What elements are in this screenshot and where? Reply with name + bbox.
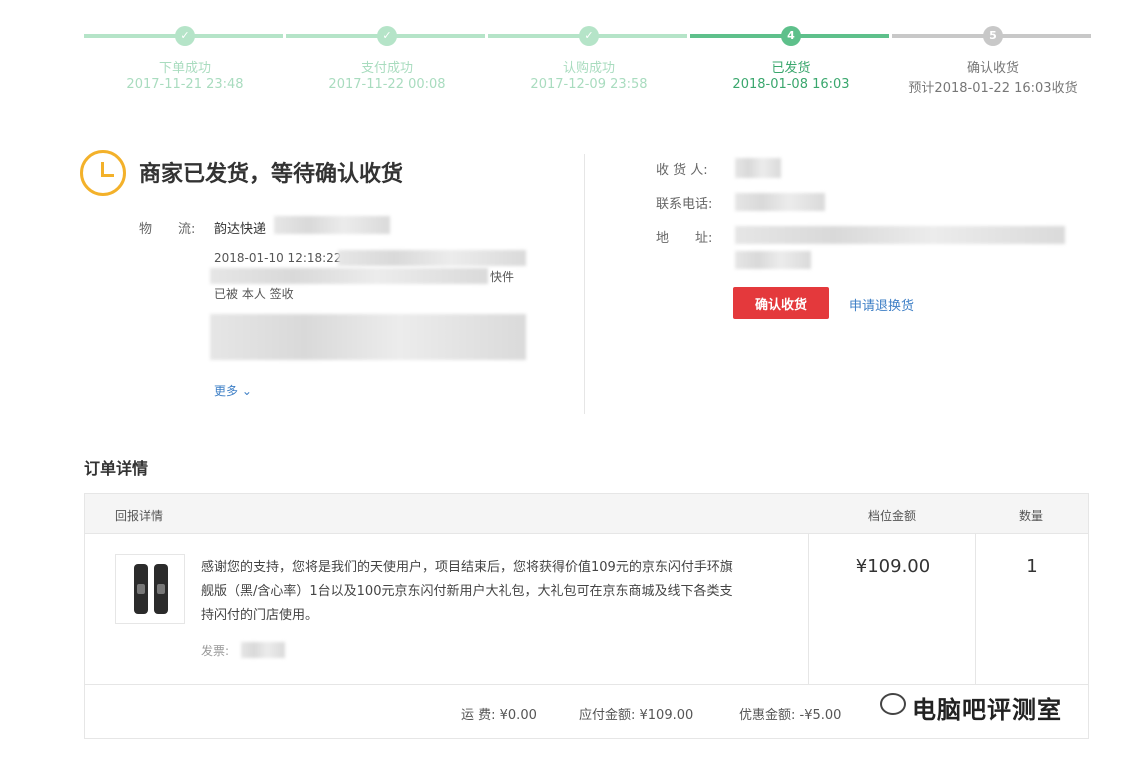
chevron-down-icon: ⌄: [241, 384, 252, 398]
redacted-address: [735, 226, 1065, 244]
address-label: 地 址:: [656, 231, 713, 246]
check-icon: ✓: [377, 26, 397, 46]
band-screen: [157, 584, 165, 594]
wechat-icon: [880, 693, 906, 715]
step-time: 2017-11-21 23:48: [126, 77, 244, 92]
step-shipped: 4 已发货 2018-01-08 16:03: [690, 24, 892, 104]
redacted-receiver-name: [735, 158, 781, 178]
step-time: 2017-12-09 23:58: [530, 77, 648, 92]
redacted-phone: [735, 193, 825, 211]
header-price: 档位金额: [868, 509, 917, 523]
check-icon: ✓: [579, 26, 599, 46]
step-label: 认购成功: [562, 61, 615, 76]
order-progress: ✓ 下单成功 2017-11-21 23:48 ✓ 支付成功 2017-11-2…: [84, 24, 1094, 104]
step-time: 2017-11-22 00:08: [328, 77, 446, 92]
band-graphic: [154, 564, 168, 614]
payable-amount: 应付金额: ¥109.00: [579, 708, 694, 723]
divider: [584, 154, 585, 414]
step-time: 2018-01-08 16:03: [732, 77, 850, 92]
more-label: 更多: [214, 384, 239, 398]
clock-icon: [80, 150, 126, 196]
step-label: 下单成功: [158, 61, 211, 76]
header-detail: 回报详情: [115, 509, 164, 523]
redacted-track-history: [210, 314, 526, 360]
order-details-title: 订单详情: [84, 459, 149, 478]
step-paid: ✓ 支付成功 2017-11-22 00:08: [286, 24, 488, 104]
redacted-track-info: [210, 268, 488, 284]
tier-price: ¥109.00: [855, 556, 931, 577]
product-image[interactable]: [115, 554, 185, 624]
step-time: 预计2018-01-22 16:03收货: [908, 81, 1078, 96]
reward-description: 感谢您的支持，您将是我们的天使用户，项目结束后，您将获得价值109元的京东闪付手…: [201, 560, 733, 623]
discount-amount: 优惠金额: -¥5.00: [739, 708, 842, 723]
step-ordered: ✓ 下单成功 2017-11-21 23:48: [84, 24, 286, 104]
more-tracking-link[interactable]: 更多 ⌄: [214, 382, 252, 399]
band-screen: [137, 584, 145, 594]
band-graphic: [134, 564, 148, 614]
invoice-label: 发票:: [201, 644, 230, 658]
return-exchange-link[interactable]: 申请退换货: [849, 295, 914, 314]
divider: [808, 534, 809, 684]
table-header: 回报详情 档位金额 数量: [85, 494, 1088, 534]
logistics-label: 物 流:: [139, 222, 196, 237]
receiver-name-label: 收 货 人:: [656, 163, 708, 178]
track-suffix: 快件: [490, 270, 515, 284]
redacted-address: [735, 251, 811, 269]
confirm-receipt-button[interactable]: 确认收货: [733, 287, 829, 319]
step-subscribed: ✓ 认购成功 2017-12-09 23:58: [488, 24, 690, 104]
track-time: 2018-01-10 12:18:22: [214, 251, 342, 265]
shipping-fee: 运 费: ¥0.00: [461, 708, 537, 723]
step-label: 确认收货: [966, 61, 1019, 76]
watermark: 电脑吧评测室: [912, 696, 1062, 724]
step-number: 5: [983, 26, 1003, 46]
courier-name: 韵达快递: [214, 222, 267, 237]
redacted-tracking-number: [274, 216, 390, 234]
quantity: 1: [1026, 556, 1038, 577]
step-label: 已发货: [771, 61, 811, 76]
step-number: 4: [781, 26, 801, 46]
redacted-track-info: [338, 250, 526, 266]
step-received: 5 确认收货 预计2018-01-22 16:03收货: [892, 24, 1094, 104]
phone-label: 联系电话:: [656, 197, 713, 212]
header-qty: 数量: [1019, 509, 1044, 523]
step-label: 支付成功: [360, 61, 413, 76]
order-status-title: 商家已发货，等待确认收货: [139, 162, 404, 187]
divider: [85, 684, 1088, 685]
redacted-invoice: [241, 642, 285, 658]
check-icon: ✓: [175, 26, 195, 46]
signed-text: 已被 本人 签收: [214, 287, 294, 301]
